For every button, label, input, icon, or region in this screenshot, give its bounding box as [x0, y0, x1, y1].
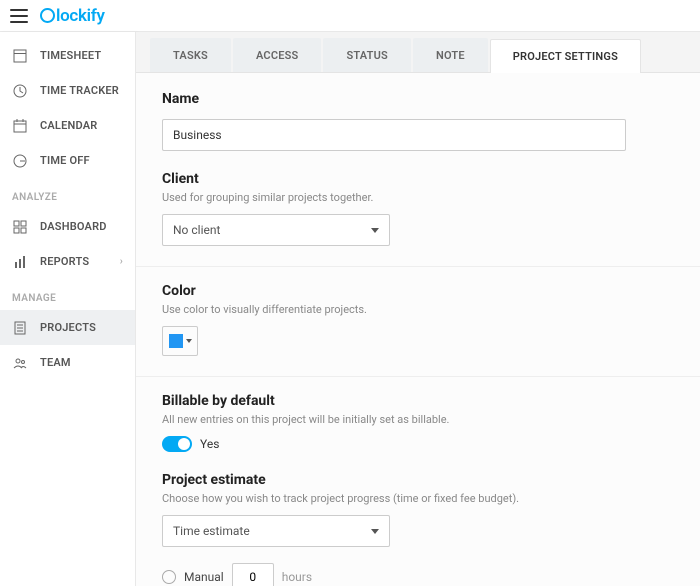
client-help: Used for grouping similar projects toget… — [162, 191, 674, 204]
sidebar-section-manage: MANAGE — [0, 279, 135, 310]
sidebar-item-timesheet[interactable]: TIMESHEET — [0, 38, 135, 73]
sidebar-item-team[interactable]: TEAM — [0, 345, 135, 380]
tab-status[interactable]: STATUS — [323, 38, 411, 72]
chevron-down-icon — [371, 529, 379, 534]
tab-note[interactable]: NOTE — [413, 38, 488, 72]
sidebar-item-calendar[interactable]: CALENDAR — [0, 108, 135, 143]
color-swatch — [169, 334, 183, 348]
color-picker[interactable] — [162, 326, 198, 356]
sidebar-item-time-off[interactable]: TIME OFF — [0, 143, 135, 178]
chevron-down-icon — [186, 339, 192, 343]
clock-icon — [40, 8, 55, 23]
projects-icon — [12, 320, 28, 336]
sidebar-item-time-tracker[interactable]: TIME TRACKER — [0, 73, 135, 108]
tab-access[interactable]: ACCESS — [233, 38, 321, 72]
chevron-down-icon — [371, 228, 379, 233]
sidebar-item-reports[interactable]: REPORTS › — [0, 244, 135, 279]
chevron-right-icon: › — [120, 256, 123, 267]
name-input[interactable] — [162, 119, 626, 151]
estimate-help: Choose how you wish to track project pro… — [162, 492, 674, 505]
sidebar-item-projects[interactable]: PROJECTS — [0, 310, 135, 345]
estimate-manual-label: Manual — [184, 570, 224, 584]
timesheet-icon — [12, 48, 28, 64]
tab-bar: TASKS ACCESS STATUS NOTE PROJECT SETTING… — [136, 32, 700, 73]
sidebar-item-dashboard[interactable]: DASHBOARD — [0, 209, 135, 244]
estimate-manual-input[interactable] — [232, 563, 274, 586]
dashboard-icon — [12, 219, 28, 235]
billable-label: Billable by default — [162, 393, 674, 409]
reports-icon — [12, 254, 28, 270]
estimate-manual-radio[interactable] — [162, 570, 176, 584]
estimate-select[interactable]: Time estimate — [162, 515, 390, 547]
estimate-label: Project estimate — [162, 472, 674, 488]
estimate-manual-unit: hours — [282, 570, 312, 584]
timeoff-icon — [12, 153, 28, 169]
team-icon — [12, 355, 28, 371]
billable-toggle[interactable] — [162, 436, 192, 452]
app-logo: lockify — [40, 6, 105, 26]
tab-project-settings[interactable]: PROJECT SETTINGS — [490, 39, 641, 73]
color-help: Use color to visually differentiate proj… — [162, 303, 674, 316]
menu-icon[interactable] — [10, 9, 28, 23]
clock-icon — [12, 83, 28, 99]
calendar-icon — [12, 118, 28, 134]
billable-help: All new entries on this project will be … — [162, 413, 674, 426]
client-select[interactable]: No client — [162, 214, 390, 246]
billable-toggle-label: Yes — [200, 437, 219, 451]
sidebar-section-analyze: ANALYZE — [0, 178, 135, 209]
sidebar: TIMESHEET TIME TRACKER CALENDAR TIME OFF… — [0, 32, 136, 586]
name-label: Name — [162, 91, 674, 107]
tab-tasks[interactable]: TASKS — [150, 38, 231, 72]
client-label: Client — [162, 171, 674, 187]
color-label: Color — [162, 283, 674, 299]
